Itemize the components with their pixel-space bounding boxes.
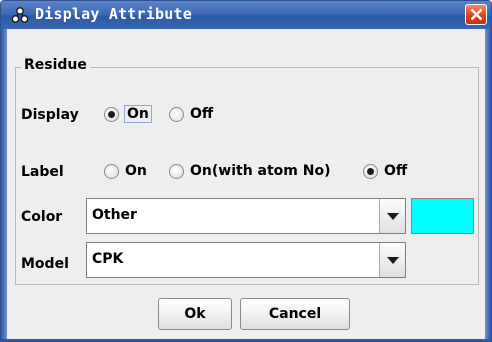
label-row-label: Label bbox=[21, 164, 64, 180]
dialog-window: Display Attribute Residue Display On Off… bbox=[0, 0, 492, 342]
cancel-button[interactable]: Cancel bbox=[240, 298, 350, 330]
title-bar[interactable]: Display Attribute bbox=[1, 1, 491, 29]
radio-circle bbox=[104, 106, 119, 122]
radio-label: On bbox=[125, 163, 147, 179]
combo-arrow-button[interactable] bbox=[379, 243, 405, 277]
molecule-icon bbox=[11, 6, 29, 24]
ok-button[interactable]: Ok bbox=[158, 298, 232, 330]
label-on-radio[interactable]: On bbox=[104, 163, 147, 179]
display-on-radio[interactable]: On bbox=[104, 105, 152, 123]
close-button[interactable] bbox=[465, 4, 487, 25]
window-title: Display Attribute bbox=[35, 5, 192, 23]
color-combobox[interactable]: Other bbox=[86, 198, 406, 234]
display-label: Display bbox=[21, 107, 79, 123]
label-on-with-atom-no-radio[interactable]: On(with atom No) bbox=[169, 163, 331, 179]
window-border-right bbox=[485, 29, 491, 341]
group-title: Residue bbox=[21, 57, 90, 73]
model-combobox[interactable]: CPK bbox=[86, 242, 406, 278]
combo-arrow-button[interactable] bbox=[379, 199, 405, 233]
radio-circle bbox=[104, 163, 119, 179]
window-border-left bbox=[1, 29, 7, 341]
chevron-down-icon bbox=[387, 213, 399, 220]
radio-circle bbox=[169, 163, 184, 179]
display-off-radio[interactable]: Off bbox=[169, 106, 213, 122]
radio-label: Off bbox=[384, 163, 408, 179]
radio-label: On(with atom No) bbox=[190, 163, 331, 179]
chevron-down-icon bbox=[387, 257, 399, 264]
close-x-icon bbox=[470, 8, 483, 21]
window-border-bottom bbox=[1, 339, 491, 341]
radio-label: Off bbox=[190, 106, 214, 122]
radio-circle bbox=[363, 163, 378, 179]
radio-label: On bbox=[124, 105, 152, 123]
model-label: Model bbox=[21, 256, 69, 272]
combo-value: Other bbox=[92, 207, 137, 223]
combo-value: CPK bbox=[92, 251, 124, 267]
color-label: Color bbox=[21, 209, 63, 225]
radio-circle bbox=[169, 106, 184, 122]
color-swatch[interactable] bbox=[411, 198, 474, 234]
label-off-radio[interactable]: Off bbox=[363, 163, 407, 179]
